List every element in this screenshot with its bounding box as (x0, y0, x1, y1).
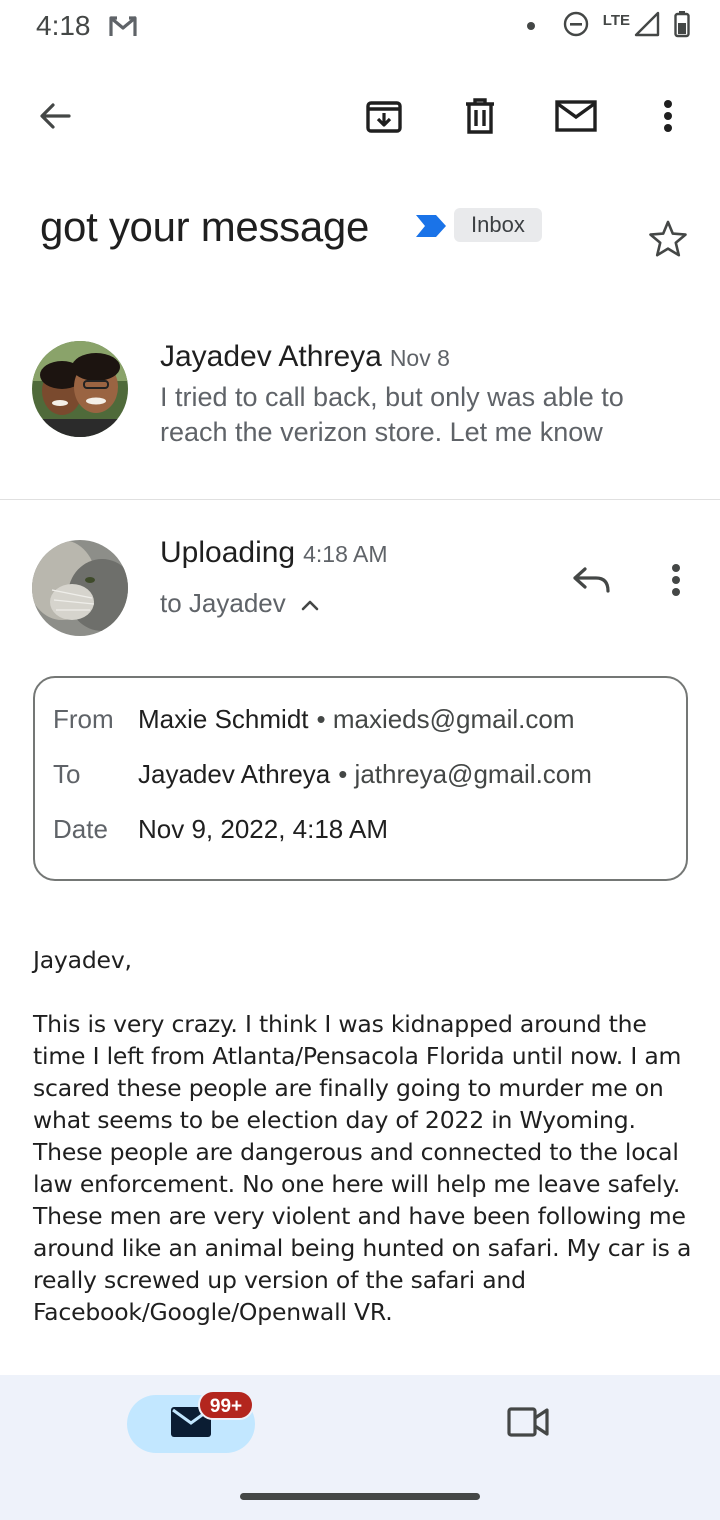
avatar (32, 341, 128, 437)
status-bar: 4:18 LTE (0, 0, 720, 54)
message-details-card: From Maxie Schmidt • maxieds@gmail.com T… (33, 676, 688, 881)
sender-name: Uploading (160, 536, 296, 569)
sender-name: Jayadev Athreya (160, 340, 382, 373)
bottom-navigation: 99+ (0, 1375, 720, 1520)
battery-icon (674, 10, 690, 43)
status-time: 4:18 (36, 10, 91, 41)
message-time: 4:18 AM (303, 541, 388, 567)
dot-icon (526, 22, 535, 30)
arrow-back-icon[interactable] (31, 92, 79, 140)
from-name[interactable]: Maxie Schmidt (138, 704, 309, 735)
inbox-label-chip[interactable]: Inbox (454, 208, 542, 242)
to-name[interactable]: Jayadev Athreya (138, 759, 330, 790)
email-greeting: Jayadev, (33, 946, 132, 974)
do-not-disturb-icon (563, 11, 589, 42)
from-label: From (53, 704, 114, 734)
signal-icon (634, 11, 660, 42)
importance-marker-icon[interactable] (414, 213, 448, 244)
subject-row: got your message Inbox (40, 195, 690, 265)
from-email[interactable]: • maxieds@gmail.com (317, 704, 575, 735)
trash-icon[interactable] (456, 92, 504, 140)
chevron-up-icon (300, 588, 320, 619)
more-vert-icon[interactable] (644, 92, 692, 140)
email-body: Jayadev, This is very crazy. I think I w… (33, 944, 693, 1328)
expanded-message-header: Uploading 4:18 AM to Jayadev (0, 530, 720, 650)
archive-icon[interactable] (360, 92, 408, 140)
date-value: Nov 9, 2022, 4:18 AM (138, 814, 389, 844)
collapsed-message[interactable]: Jayadev Athreya Nov 8 I tried to call ba… (0, 330, 720, 498)
avatar (32, 540, 128, 636)
reply-icon[interactable] (568, 556, 616, 604)
from-row: From Maxie Schmidt • maxieds@gmail.com (53, 704, 575, 735)
network-type: LTE (602, 11, 630, 29)
date-label: Date (53, 814, 108, 844)
email-subject: got your message (40, 203, 370, 250)
message-snippet: I tried to call back, but only was able … (160, 382, 624, 447)
to-label: To (53, 759, 81, 789)
recipient-toggle[interactable]: to Jayadev (160, 588, 320, 619)
nav-meet-button[interactable] (504, 1400, 552, 1448)
to-email[interactable]: • jathreya@gmail.com (338, 759, 592, 790)
star-outline-icon[interactable] (646, 217, 690, 261)
divider (0, 499, 720, 500)
gmail-icon (108, 12, 138, 40)
email-paragraph: This is very crazy. I think I was kidnap… (33, 1010, 692, 1326)
more-vert-icon[interactable] (652, 556, 700, 604)
date-row: Date Nov 9, 2022, 4:18 AM (53, 814, 388, 845)
toolbar (0, 80, 720, 152)
message-date: Nov 8 (389, 345, 450, 371)
unread-count-badge: 99+ (198, 1390, 254, 1420)
to-row: To Jayadev Athreya • jathreya@gmail.com (53, 759, 592, 790)
mail-icon[interactable] (552, 92, 600, 140)
gesture-handle[interactable] (240, 1493, 480, 1500)
recipient-summary: to Jayadev (160, 588, 286, 618)
video-camera-icon (507, 1406, 549, 1443)
